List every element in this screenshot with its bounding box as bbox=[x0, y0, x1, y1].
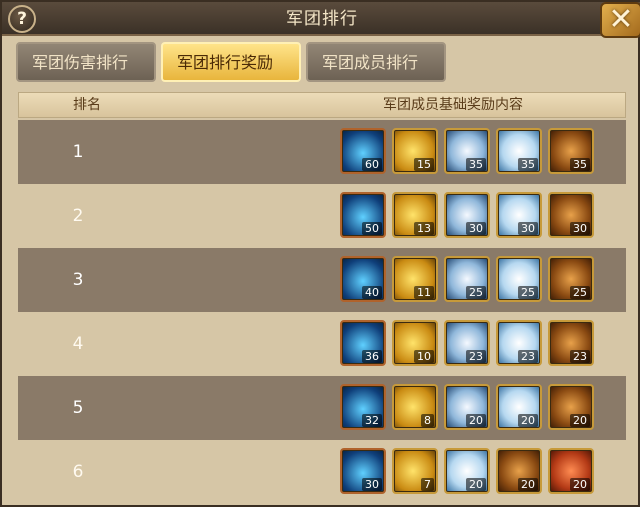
item-count: 23 bbox=[570, 350, 590, 363]
item-count: 35 bbox=[466, 158, 486, 171]
potion-icon[interactable]: 50 bbox=[340, 192, 386, 238]
item-count: 20 bbox=[518, 478, 538, 491]
feather-icon[interactable]: 20 bbox=[496, 384, 542, 430]
help-icon[interactable]: ? bbox=[8, 5, 36, 33]
feather-icon[interactable]: 23 bbox=[496, 320, 542, 366]
tab-ranking-rewards[interactable]: 军团排行奖励 bbox=[161, 42, 301, 82]
seeds-icon[interactable]: 20 bbox=[548, 384, 594, 430]
chest-icon[interactable]: 20 bbox=[548, 448, 594, 494]
white-gem-icon[interactable]: 35 bbox=[444, 128, 490, 174]
seeds-icon[interactable]: 25 bbox=[548, 256, 594, 302]
item-count: 30 bbox=[518, 222, 538, 235]
item-count: 50 bbox=[362, 222, 382, 235]
reward-items: 60 15 35 35 35 bbox=[340, 128, 600, 176]
reward-items: 36 10 23 23 23 bbox=[340, 320, 600, 368]
item-count: 40 bbox=[362, 286, 382, 299]
tab-member-ranking[interactable]: 军团成员排行 bbox=[306, 42, 446, 82]
potion-icon[interactable]: 40 bbox=[340, 256, 386, 302]
item-count: 23 bbox=[466, 350, 486, 363]
seeds-icon[interactable]: 30 bbox=[548, 192, 594, 238]
item-count: 23 bbox=[518, 350, 538, 363]
reward-list[interactable]: 1 60 15 35 35 35 2 50 13 30 30 30 3 40 1… bbox=[18, 120, 626, 507]
item-count: 35 bbox=[518, 158, 538, 171]
crystal-icon[interactable]: 13 bbox=[392, 192, 438, 238]
item-count: 32 bbox=[362, 414, 382, 427]
feather-icon[interactable]: 35 bbox=[496, 128, 542, 174]
feather-icon[interactable]: 25 bbox=[496, 256, 542, 302]
item-count: 20 bbox=[570, 478, 590, 491]
item-count: 25 bbox=[518, 286, 538, 299]
item-count: 35 bbox=[570, 158, 590, 171]
seeds-icon[interactable]: 20 bbox=[496, 448, 542, 494]
table-row: 2 50 13 30 30 30 bbox=[18, 184, 626, 248]
rank-number: 6 bbox=[72, 462, 84, 482]
potion-icon[interactable]: 32 bbox=[340, 384, 386, 430]
rank-number: 5 bbox=[72, 398, 84, 418]
header-reward-content: 军团成员基础奖励内容 bbox=[383, 97, 523, 113]
rank-number: 2 bbox=[72, 206, 84, 226]
item-count: 13 bbox=[414, 222, 434, 235]
table-row: 3 40 11 25 25 25 bbox=[18, 248, 626, 312]
table-row: 6 30 7 20 20 20 bbox=[18, 440, 626, 504]
crystal-icon[interactable]: 15 bbox=[392, 128, 438, 174]
close-button[interactable]: ✕ bbox=[600, 2, 640, 38]
potion-icon[interactable]: 30 bbox=[340, 448, 386, 494]
table-row: 1 60 15 35 35 35 bbox=[18, 120, 626, 184]
crystal-icon[interactable]: 10 bbox=[392, 320, 438, 366]
potion-icon[interactable]: 60 bbox=[340, 128, 386, 174]
reward-items: 30 7 20 20 20 bbox=[340, 448, 600, 496]
crystal-icon[interactable]: 11 bbox=[392, 256, 438, 302]
white-gem-icon[interactable]: 30 bbox=[444, 192, 490, 238]
seeds-icon[interactable]: 23 bbox=[548, 320, 594, 366]
table-header: 排名 军团成员基础奖励内容 bbox=[18, 92, 626, 118]
seeds-icon[interactable]: 35 bbox=[548, 128, 594, 174]
tab-damage-ranking[interactable]: 军团伤害排行 bbox=[16, 42, 156, 82]
rank-number: 1 bbox=[72, 142, 84, 162]
item-count: 11 bbox=[414, 286, 434, 299]
table-row: 5 32 8 20 20 20 bbox=[18, 376, 626, 440]
item-count: 20 bbox=[518, 414, 538, 427]
title-bar: 军团排行 bbox=[2, 2, 640, 36]
item-count: 8 bbox=[421, 414, 434, 427]
white-gem-icon[interactable]: 25 bbox=[444, 256, 490, 302]
item-count: 30 bbox=[362, 478, 382, 491]
item-count: 25 bbox=[570, 286, 590, 299]
item-count: 10 bbox=[414, 350, 434, 363]
item-count: 20 bbox=[466, 414, 486, 427]
white-gem-icon[interactable]: 23 bbox=[444, 320, 490, 366]
rank-number: 3 bbox=[72, 270, 84, 290]
item-count: 60 bbox=[362, 158, 382, 171]
item-count: 30 bbox=[466, 222, 486, 235]
ranking-window: 军团排行 ? ✕ 军团伤害排行 军团排行奖励 军团成员排行 排名 军团成员基础奖… bbox=[0, 0, 640, 507]
item-count: 20 bbox=[466, 478, 486, 491]
feather-icon[interactable]: 20 bbox=[444, 448, 490, 494]
reward-items: 40 11 25 25 25 bbox=[340, 256, 600, 304]
item-count: 36 bbox=[362, 350, 382, 363]
white-gem-icon[interactable]: 20 bbox=[444, 384, 490, 430]
close-icon: ✕ bbox=[608, 2, 634, 37]
header-rank: 排名 bbox=[73, 97, 101, 113]
window-title: 军团排行 bbox=[286, 9, 358, 29]
tab-bar: 军团伤害排行 军团排行奖励 军团成员排行 bbox=[16, 42, 628, 84]
rank-number: 4 bbox=[72, 334, 84, 354]
item-count: 30 bbox=[570, 222, 590, 235]
item-count: 15 bbox=[414, 158, 434, 171]
item-count: 20 bbox=[570, 414, 590, 427]
item-count: 7 bbox=[421, 478, 434, 491]
crystal-icon[interactable]: 8 bbox=[392, 384, 438, 430]
reward-items: 50 13 30 30 30 bbox=[340, 192, 600, 240]
feather-icon[interactable]: 30 bbox=[496, 192, 542, 238]
table-row: 4 36 10 23 23 23 bbox=[18, 312, 626, 376]
item-count: 25 bbox=[466, 286, 486, 299]
crystal-icon[interactable]: 7 bbox=[392, 448, 438, 494]
reward-items: 32 8 20 20 20 bbox=[340, 384, 600, 432]
potion-icon[interactable]: 36 bbox=[340, 320, 386, 366]
